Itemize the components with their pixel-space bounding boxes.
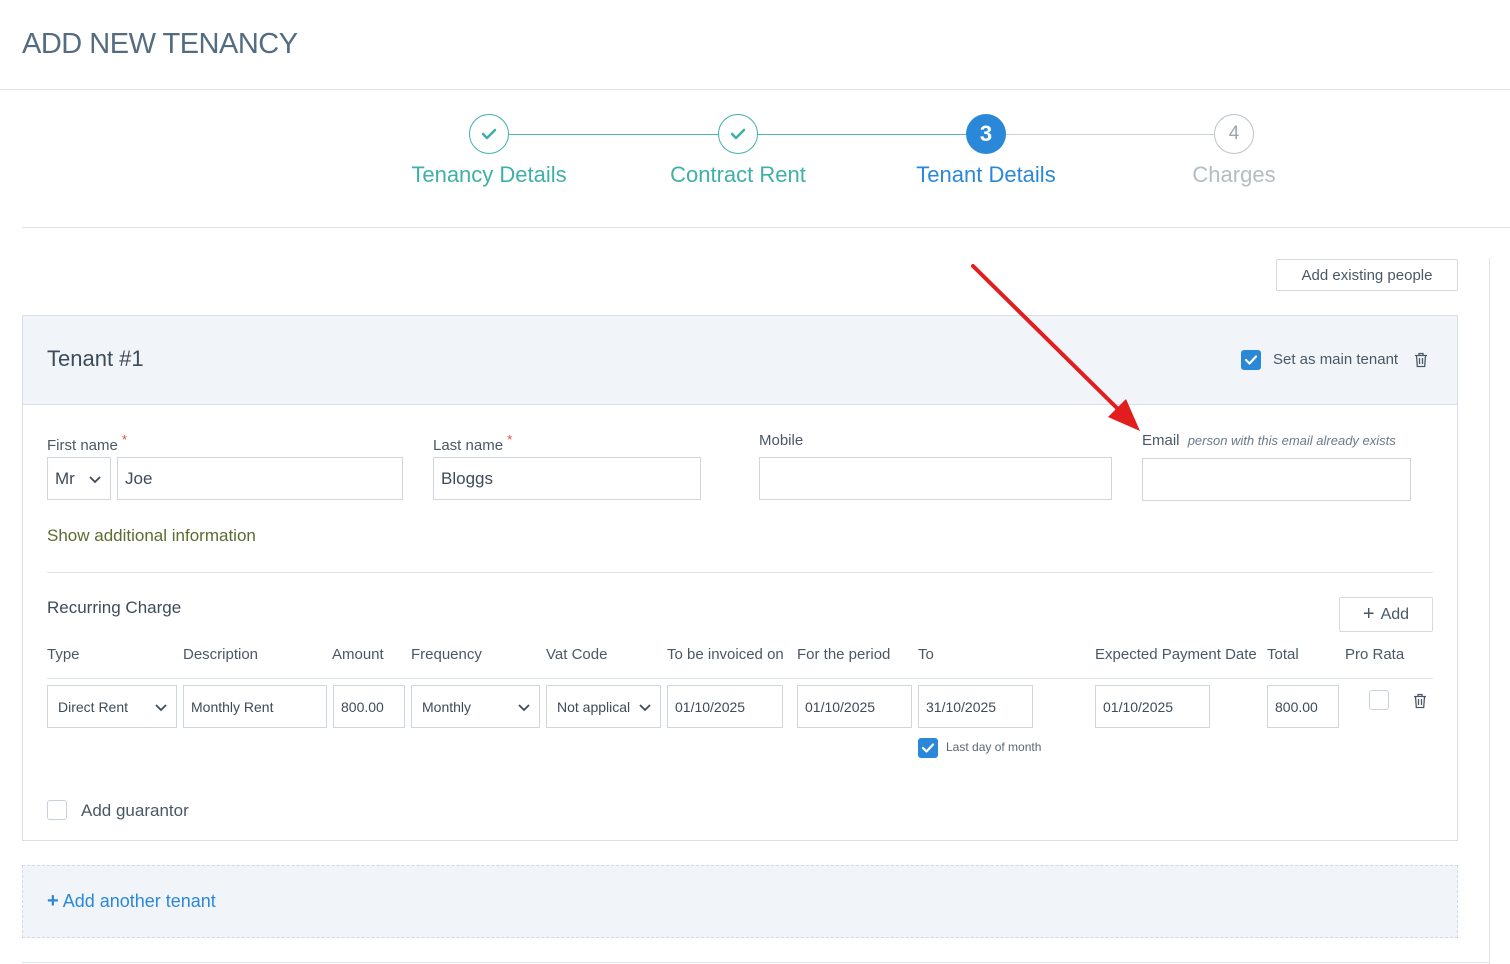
expected-payment-input[interactable]: 01/10/2025 xyxy=(1095,685,1210,728)
charge-frequency-value: Monthly xyxy=(422,698,472,715)
add-existing-people-button[interactable]: Add existing people xyxy=(1276,259,1458,291)
header-divider xyxy=(0,89,1510,90)
col-period-from: For the period xyxy=(797,646,891,663)
invoiced-on-input[interactable]: 01/10/2025 xyxy=(667,685,783,728)
add-charge-label: Add xyxy=(1380,605,1410,623)
col-frequency: Frequency xyxy=(411,646,482,663)
step-1-check-icon[interactable] xyxy=(469,114,509,154)
col-amount: Amount xyxy=(332,646,384,663)
email-label: Email person with this email already exi… xyxy=(1142,432,1396,449)
step-4-label[interactable]: Charges xyxy=(1104,162,1364,188)
col-pro-rata: Pro Rata xyxy=(1345,646,1405,663)
col-description: Description xyxy=(183,646,259,663)
sidebar-divider xyxy=(1489,258,1490,964)
charge-amount-input[interactable]: 800.00 xyxy=(333,685,405,728)
email-exists-note: person with this email already exists xyxy=(1187,433,1396,448)
step-4-marker[interactable]: 4 xyxy=(1214,114,1254,154)
footer-divider xyxy=(22,962,1490,963)
add-tenant-panel xyxy=(22,865,1458,938)
tenant-title: Tenant #1 xyxy=(47,346,144,371)
add-another-tenant-label: Add another tenant xyxy=(62,891,216,911)
check-icon xyxy=(921,743,935,753)
section-divider xyxy=(47,572,1433,573)
col-invoiced-on: To be invoiced on xyxy=(667,646,784,663)
recurring-charge-title: Recurring Charge xyxy=(47,598,182,617)
main-tenant-checkbox[interactable] xyxy=(1241,350,1261,370)
email-input[interactable] xyxy=(1142,458,1411,501)
step-3-label[interactable]: Tenant Details xyxy=(856,162,1116,188)
delete-tenant-trash-icon[interactable] xyxy=(1414,352,1428,373)
chevron-down-icon xyxy=(518,703,530,711)
charge-vat-select[interactable]: Not applical xyxy=(546,685,661,728)
col-type: Type xyxy=(47,646,80,663)
add-guarantor-checkbox[interactable] xyxy=(47,800,67,820)
step-2-check-icon[interactable] xyxy=(718,114,758,154)
delete-charge-trash-icon[interactable] xyxy=(1413,693,1427,714)
col-vat-code: Vat Code xyxy=(546,646,608,663)
col-total: Total xyxy=(1267,646,1299,663)
add-charge-button[interactable]: + Add xyxy=(1339,597,1433,632)
first-name-label: First name * xyxy=(47,432,128,454)
charge-vat-value: Not applical xyxy=(557,698,631,715)
stepper-divider xyxy=(22,227,1510,228)
step-1-label[interactable]: Tenancy Details xyxy=(359,162,619,188)
step-connector xyxy=(758,134,966,135)
charge-type-value: Direct Rent xyxy=(58,698,129,715)
col-period-to: To xyxy=(918,646,934,663)
col-expected-payment: Expected Payment Date xyxy=(1095,646,1257,663)
charge-type-select[interactable]: Direct Rent xyxy=(47,685,177,728)
charge-description-input[interactable]: Monthly Rent xyxy=(183,685,327,728)
plus-icon: + xyxy=(1362,603,1375,625)
chevron-down-icon xyxy=(639,703,651,711)
mobile-label: Mobile xyxy=(759,432,804,449)
show-additional-info-link[interactable]: Show additional information xyxy=(47,526,256,546)
charge-frequency-select[interactable]: Monthly xyxy=(411,685,540,728)
step-3-marker[interactable]: 3 xyxy=(966,114,1006,154)
total-input[interactable]: 800.00 xyxy=(1267,685,1339,728)
main-tenant-label: Set as main tenant xyxy=(1273,351,1399,368)
chevron-down-icon xyxy=(155,703,167,711)
step-2-label[interactable]: Contract Rent xyxy=(608,162,868,188)
step-connector xyxy=(1006,134,1214,135)
period-from-input[interactable]: 01/10/2025 xyxy=(797,685,912,728)
last-name-label: Last name * xyxy=(433,432,513,454)
period-to-input[interactable]: 31/10/2025 xyxy=(918,685,1033,728)
title-select-value: Mr xyxy=(55,468,75,488)
check-icon xyxy=(1244,355,1258,365)
add-guarantor-label: Add guarantor xyxy=(81,801,189,820)
step-connector xyxy=(509,134,718,135)
pro-rata-checkbox[interactable] xyxy=(1369,690,1389,710)
last-name-input[interactable]: Bloggs xyxy=(433,457,701,500)
last-day-label: Last day of month xyxy=(946,740,1042,754)
title-select[interactable]: Mr xyxy=(47,457,111,500)
annotation-arrow-icon xyxy=(971,264,1140,431)
last-day-checkbox[interactable] xyxy=(918,738,938,758)
table-header-divider xyxy=(47,678,1433,679)
mobile-input[interactable] xyxy=(759,457,1112,500)
add-another-tenant-link[interactable]: + Add another tenant xyxy=(47,890,216,913)
chevron-down-icon xyxy=(89,475,101,483)
first-name-input[interactable]: Joe xyxy=(117,457,403,500)
page-title: ADD NEW TENANCY xyxy=(22,28,298,60)
plus-icon: + xyxy=(47,890,59,912)
